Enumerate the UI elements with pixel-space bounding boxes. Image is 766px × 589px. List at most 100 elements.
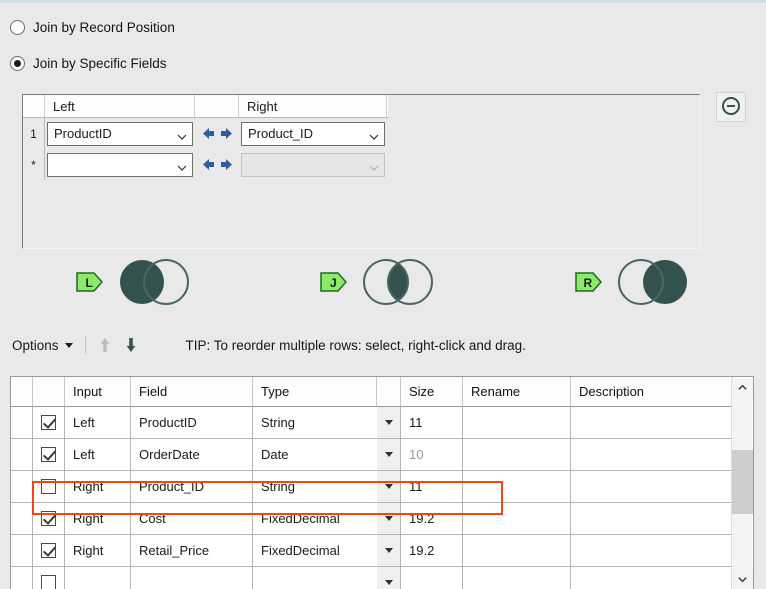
join-left-field-select[interactable]: ProductID	[47, 121, 193, 146]
row-select-checkbox[interactable]	[41, 511, 56, 526]
row-select-checkbox[interactable]	[41, 415, 56, 430]
row-handle[interactable]	[11, 567, 33, 589]
join-direction-cell	[195, 118, 239, 149]
join-left-field-select-new[interactable]	[47, 152, 193, 177]
row-handle[interactable]	[11, 503, 33, 535]
venn-diagram-left	[106, 258, 202, 306]
header-select	[33, 377, 65, 407]
table-row[interactable]: Left ProductID String 11	[11, 407, 733, 439]
cell-input	[65, 567, 131, 589]
table-row-highlighted[interactable]: Right Product_ID String 11	[11, 471, 733, 503]
minus-circle-icon	[721, 96, 741, 119]
type-dropdown-button[interactable]	[377, 407, 401, 439]
join-left-cell: ProductID	[45, 118, 195, 149]
cell-input: Right	[65, 503, 131, 535]
chevron-down-icon	[177, 132, 187, 141]
row-select-checkbox[interactable]	[41, 575, 56, 589]
join-header-spacer	[195, 95, 239, 117]
row-handle[interactable]	[11, 535, 33, 567]
cell-description[interactable]	[571, 471, 733, 503]
radio-label: Join by Record Position	[33, 20, 175, 35]
join-left-field-value: ProductID	[54, 126, 112, 141]
arrow-right-icon[interactable]	[219, 157, 234, 172]
reorder-tip-text: TIP: To reorder multiple rows: select, r…	[185, 337, 526, 353]
cell-description[interactable]	[571, 503, 733, 535]
join-right-field-select-new[interactable]	[241, 152, 385, 177]
join-right-field-select[interactable]: Product_ID	[241, 121, 385, 146]
row-select-checkbox[interactable]	[41, 479, 56, 494]
svg-text:L: L	[86, 276, 93, 290]
scroll-up-button[interactable]	[732, 378, 753, 397]
cell-description[interactable]	[571, 535, 733, 567]
row-handle[interactable]	[11, 407, 33, 439]
cell-input: Left	[65, 407, 131, 439]
row-select-cell	[33, 535, 65, 567]
header-field[interactable]: Field	[131, 377, 253, 407]
cell-rename[interactable]	[463, 439, 571, 471]
cell-type: Date	[253, 439, 377, 471]
chevron-down-icon	[369, 163, 379, 172]
options-button[interactable]: Options	[0, 330, 83, 360]
venn-output-join[interactable]: J	[320, 258, 446, 306]
scrollbar-thumb[interactable]	[732, 450, 753, 514]
row-handle[interactable]	[11, 471, 33, 503]
type-dropdown-button[interactable]	[377, 535, 401, 567]
table-row[interactable]: Right Cost FixedDecimal 19.2	[11, 503, 733, 535]
join-grid-row[interactable]: 1 ProductID Product_ID	[23, 118, 388, 149]
remove-join-row-button[interactable]	[716, 92, 746, 122]
scroll-down-button[interactable]	[732, 570, 753, 589]
cell-rename[interactable]	[463, 503, 571, 535]
row-select-checkbox[interactable]	[41, 543, 56, 558]
move-up-button[interactable]	[92, 332, 118, 358]
arrow-right-icon[interactable]	[219, 126, 234, 141]
cell-size: 19.2	[401, 503, 463, 535]
cell-field	[131, 567, 253, 589]
chevron-down-icon	[384, 420, 393, 425]
row-select-cell	[33, 471, 65, 503]
row-handle[interactable]	[11, 439, 33, 471]
venn-output-left[interactable]: L	[76, 258, 202, 306]
chevron-down-icon	[177, 163, 187, 172]
table-row[interactable]: Right Retail_Price FixedDecimal 19.2	[11, 535, 733, 567]
type-dropdown-button[interactable]	[377, 471, 401, 503]
join-row-number-new: *	[23, 149, 45, 180]
arrow-left-icon[interactable]	[201, 126, 216, 141]
table-row[interactable]	[11, 567, 733, 589]
cell-rename[interactable]	[463, 567, 571, 589]
table-row[interactable]: Left OrderDate Date 10	[11, 439, 733, 471]
move-down-button[interactable]	[118, 332, 144, 358]
fields-table-scrollbar[interactable]	[731, 378, 753, 589]
cell-field: Retail_Price	[131, 535, 253, 567]
type-dropdown-button[interactable]	[377, 567, 401, 589]
venn-output-right[interactable]: R	[575, 258, 701, 306]
join-fields-grid: Left Right 1 ProductID Product_ID *	[23, 95, 388, 180]
join-direction-cell-new	[195, 149, 239, 180]
radio-join-by-specific-fields[interactable]: Join by Specific Fields	[10, 56, 167, 71]
cell-field: OrderDate	[131, 439, 253, 471]
radio-label: Join by Specific Fields	[33, 56, 167, 71]
arrow-left-icon[interactable]	[201, 157, 216, 172]
header-rename[interactable]: Rename	[463, 377, 571, 407]
cell-type: FixedDecimal	[253, 503, 377, 535]
cell-rename[interactable]	[463, 535, 571, 567]
header-size[interactable]: Size	[401, 377, 463, 407]
header-type[interactable]: Type	[253, 377, 377, 407]
header-description[interactable]: Description	[571, 377, 733, 407]
header-input[interactable]: Input	[65, 377, 131, 407]
cell-field: Product_ID	[131, 471, 253, 503]
anchor-tag-j-icon: J	[320, 270, 348, 294]
fields-table: Input Field Type Size Rename Description…	[10, 376, 754, 589]
svg-text:R: R	[584, 276, 593, 290]
cell-rename[interactable]	[463, 407, 571, 439]
type-dropdown-button[interactable]	[377, 503, 401, 535]
cell-rename[interactable]	[463, 471, 571, 503]
cell-description[interactable]	[571, 439, 733, 471]
row-select-checkbox[interactable]	[41, 447, 56, 462]
cell-description[interactable]	[571, 567, 733, 589]
join-header-left: Left	[45, 95, 195, 117]
cell-description[interactable]	[571, 407, 733, 439]
row-select-cell	[33, 567, 65, 589]
type-dropdown-button[interactable]	[377, 439, 401, 471]
radio-join-by-record-position[interactable]: Join by Record Position	[10, 20, 175, 35]
join-grid-new-row[interactable]: *	[23, 149, 388, 180]
